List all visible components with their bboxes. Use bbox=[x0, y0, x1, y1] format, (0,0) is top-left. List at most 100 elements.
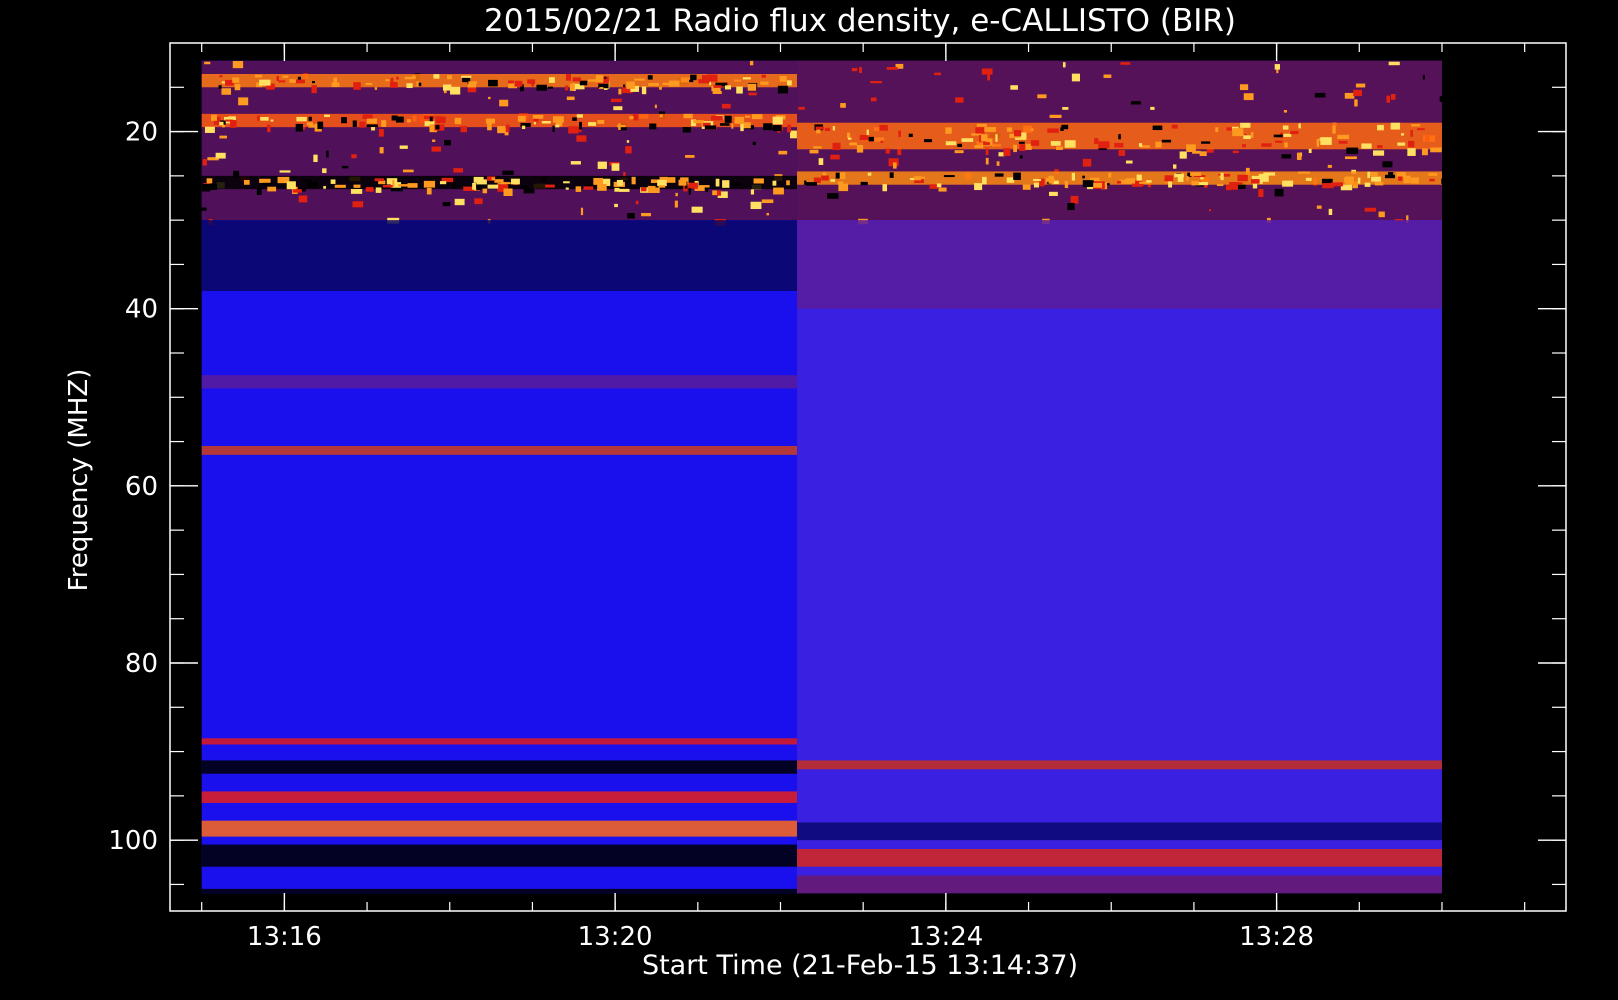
noise-speck bbox=[1344, 92, 1355, 99]
noise-speck bbox=[541, 121, 551, 124]
noise-speck bbox=[201, 183, 211, 192]
noise-speck bbox=[1064, 180, 1069, 189]
noise-speck bbox=[1240, 122, 1251, 128]
noise-speck bbox=[913, 176, 922, 181]
noise-speck bbox=[443, 139, 451, 146]
noise-speck bbox=[243, 180, 250, 185]
noise-speck bbox=[908, 133, 913, 138]
noise-speck bbox=[374, 178, 384, 182]
noise-speck bbox=[1071, 172, 1075, 181]
noise-speck bbox=[1126, 178, 1136, 184]
noise-speck bbox=[1033, 182, 1039, 188]
noise-speck bbox=[809, 149, 819, 154]
noise-speck bbox=[488, 96, 491, 100]
noise-speck bbox=[1243, 93, 1254, 101]
noise-speck bbox=[1316, 205, 1322, 209]
noise-speck bbox=[350, 188, 363, 194]
noise-speck bbox=[1071, 73, 1080, 82]
noise-speck bbox=[1174, 173, 1184, 178]
noise-speck bbox=[482, 188, 488, 194]
noise-speck bbox=[352, 201, 364, 208]
noise-speck bbox=[749, 60, 754, 66]
noise-speck bbox=[1125, 160, 1133, 164]
noise-speck bbox=[859, 67, 862, 74]
noise-speck bbox=[1199, 151, 1207, 157]
noise-speck bbox=[1284, 142, 1288, 148]
noise-speck bbox=[296, 116, 307, 122]
noise-speck bbox=[961, 138, 974, 142]
noise-speck bbox=[613, 106, 623, 111]
noise-speck bbox=[976, 123, 987, 127]
noise-speck bbox=[545, 184, 555, 188]
noise-speck bbox=[1232, 150, 1239, 154]
noise-speck bbox=[341, 117, 347, 124]
noise-speck bbox=[1108, 172, 1112, 178]
noise-speck bbox=[487, 122, 492, 131]
noise-speck bbox=[1232, 128, 1244, 137]
noise-speck bbox=[659, 114, 663, 118]
noise-speck bbox=[761, 74, 766, 78]
noise-speck bbox=[432, 139, 436, 142]
noise-speck bbox=[1314, 92, 1326, 98]
noise-speck bbox=[1337, 134, 1350, 140]
noise-speck bbox=[1344, 176, 1354, 184]
noise-speck bbox=[614, 203, 618, 208]
noise-speck bbox=[1098, 141, 1110, 149]
noise-speck bbox=[311, 85, 317, 94]
noise-speck bbox=[772, 125, 782, 132]
y-tick-label: 80 bbox=[125, 649, 158, 679]
noise-speck bbox=[201, 207, 207, 211]
noise-speck bbox=[595, 75, 604, 83]
noise-speck bbox=[846, 132, 851, 139]
noise-speck bbox=[575, 186, 582, 192]
noise-speck bbox=[1282, 180, 1294, 187]
noise-speck bbox=[1390, 122, 1401, 130]
noise-speck bbox=[588, 122, 597, 126]
noise-speck bbox=[1305, 177, 1312, 181]
y-tick-label: 20 bbox=[125, 118, 158, 148]
noise-speck bbox=[381, 120, 387, 127]
noise-speck bbox=[1003, 148, 1011, 156]
noise-speck bbox=[256, 187, 262, 195]
noise-speck bbox=[1353, 89, 1362, 97]
noise-speck bbox=[1067, 202, 1075, 211]
noise-speck bbox=[491, 177, 496, 181]
noise-speck bbox=[351, 154, 357, 159]
noise-speck bbox=[474, 198, 483, 205]
frequency-band bbox=[201, 446, 798, 455]
noise-speck bbox=[1131, 101, 1141, 105]
noise-speck bbox=[279, 170, 291, 173]
noise-speck bbox=[982, 176, 987, 185]
noise-speck bbox=[693, 120, 704, 124]
noise-speck bbox=[548, 77, 555, 83]
plot-area bbox=[201, 60, 1454, 894]
noise-speck bbox=[1046, 177, 1055, 182]
noise-speck bbox=[308, 116, 312, 121]
noise-speck bbox=[1401, 133, 1404, 136]
noise-speck bbox=[1397, 142, 1406, 146]
noise-speck bbox=[1138, 143, 1143, 147]
noise-speck bbox=[821, 175, 829, 181]
noise-speck bbox=[365, 187, 374, 192]
noise-speck bbox=[830, 179, 836, 182]
noise-speck bbox=[219, 121, 224, 126]
noise-speck bbox=[1422, 75, 1425, 80]
noise-speck bbox=[1276, 69, 1279, 74]
noise-speck bbox=[406, 83, 413, 89]
noise-speck bbox=[721, 103, 731, 109]
noise-speck bbox=[1411, 124, 1421, 127]
noise-speck bbox=[1386, 95, 1391, 103]
noise-speck bbox=[867, 172, 872, 176]
noise-speck bbox=[262, 182, 272, 186]
noise-speck bbox=[1155, 141, 1162, 148]
noise-speck bbox=[1082, 158, 1092, 167]
noise-speck bbox=[929, 184, 938, 189]
noise-speck bbox=[987, 74, 991, 81]
noise-speck bbox=[1338, 140, 1348, 144]
noise-speck bbox=[923, 139, 932, 143]
frequency-band bbox=[201, 738, 798, 745]
y-tick-label: 40 bbox=[125, 295, 158, 325]
noise-speck bbox=[1296, 152, 1302, 160]
noise-speck bbox=[683, 113, 693, 119]
noise-speck bbox=[955, 97, 964, 103]
